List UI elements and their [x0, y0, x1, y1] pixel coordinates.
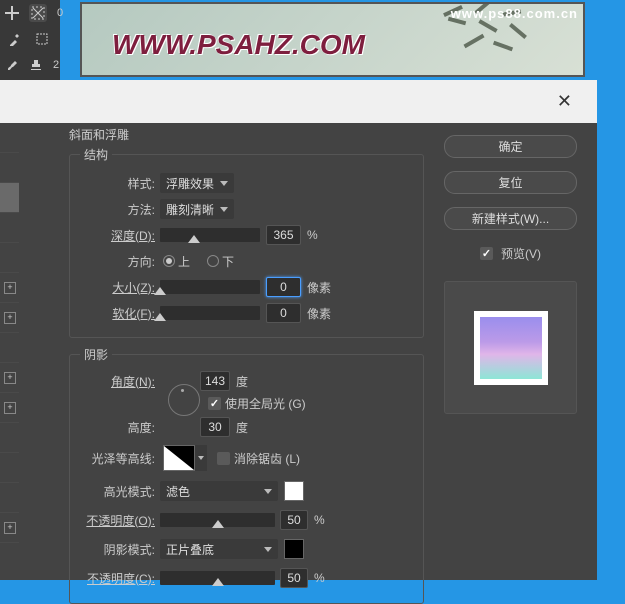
style-list-edge: + + + + + — [0, 123, 19, 580]
add-effect-icon[interactable]: + — [4, 282, 16, 294]
depth-label: 深度(D): — [80, 227, 160, 244]
direction-up-label: 上 — [178, 253, 190, 270]
new-style-button[interactable]: 新建样式(W)... — [444, 207, 577, 230]
direction-label: 方向: — [80, 253, 160, 270]
angle-label: 角度(N): — [80, 373, 160, 390]
add-effect-icon[interactable]: + — [4, 312, 16, 324]
plus-tool-icon[interactable] — [5, 4, 19, 22]
style-combo[interactable]: 浮雕效果 — [160, 173, 234, 193]
shading-group: 阴影 角度(N): 143 度 使用全局光 (G) 高度: 3 — [69, 346, 424, 604]
soften-slider[interactable] — [160, 306, 260, 320]
contour-dropdown-icon[interactable] — [195, 445, 207, 471]
highlight-opacity-slider[interactable] — [160, 513, 275, 527]
add-effect-icon[interactable]: + — [4, 402, 16, 414]
dialog-titlebar: ✕ — [0, 80, 597, 123]
highlight-mode-combo[interactable]: 滤色 — [160, 481, 278, 501]
highlight-opacity-label: 不透明度(O): — [80, 512, 160, 529]
direction-down-radio[interactable] — [207, 255, 219, 267]
section-title: 斜面和浮雕 — [69, 126, 424, 143]
size-label: 大小(Z): — [80, 279, 160, 296]
style-row-active[interactable] — [0, 183, 19, 213]
structure-group: 结构 样式: 浮雕效果 方法: 雕刻清晰 深度(D): 365 % — [69, 146, 424, 338]
depth-slider[interactable] — [160, 228, 260, 242]
ok-button[interactable]: 确定 — [444, 135, 577, 158]
highlight-opacity-input[interactable]: 50 — [280, 510, 308, 530]
banner-title: WWW.PSAHZ.COM — [112, 29, 365, 61]
depth-input[interactable]: 365 — [266, 225, 301, 245]
shadow-opacity-slider[interactable] — [160, 571, 275, 585]
preview-thumbnail — [444, 281, 577, 414]
size-unit: 像素 — [307, 279, 331, 296]
structure-legend: 结构 — [80, 146, 112, 163]
angle-dial[interactable] — [168, 384, 200, 416]
shadow-opacity-input[interactable]: 50 — [280, 568, 308, 588]
angle-unit: 度 — [236, 373, 248, 390]
global-light-checkbox[interactable] — [208, 397, 221, 410]
direction-down-label: 下 — [222, 253, 234, 270]
method-combo[interactable]: 雕刻清晰 — [160, 199, 234, 219]
crosshatch-tool-icon[interactable] — [29, 4, 47, 22]
tool-num-2: 2 — [53, 59, 59, 71]
soften-label: 软化(F): — [80, 305, 160, 322]
soften-unit: 像素 — [307, 305, 331, 322]
highlight-mode-label: 高光模式: — [80, 483, 160, 500]
style-label: 样式: — [80, 175, 160, 192]
brush-icon[interactable] — [5, 56, 19, 74]
shadow-opacity-label: 不透明度(C): — [80, 570, 160, 587]
left-toolbar: 0 2 — [0, 0, 60, 80]
highlight-opacity-unit: % — [314, 513, 325, 527]
size-input[interactable]: 0 — [266, 277, 301, 297]
antialias-label: 消除锯齿 (L) — [234, 450, 300, 467]
eyedropper-icon[interactable] — [5, 30, 23, 48]
watermark-url: www.ps88.com.cn — [451, 6, 578, 21]
contour-label: 光泽等高线: — [80, 450, 160, 467]
add-effect-icon[interactable]: + — [4, 522, 16, 534]
highlight-color-swatch[interactable] — [284, 481, 304, 501]
tool-num-1: 0 — [57, 7, 63, 19]
method-label: 方法: — [80, 201, 160, 218]
size-slider[interactable] — [160, 280, 260, 294]
dialog-right-panel: 确定 复位 新建样式(W)... 预览(V) — [424, 123, 597, 580]
angle-input[interactable]: 143 — [200, 371, 230, 391]
altitude-label: 高度: — [80, 419, 160, 436]
close-icon[interactable]: ✕ — [547, 86, 582, 117]
preview-checkbox[interactable] — [480, 247, 493, 260]
altitude-unit: 度 — [236, 419, 248, 436]
antialias-checkbox[interactable] — [217, 452, 230, 465]
shadow-mode-label: 阴影模式: — [80, 541, 160, 558]
marquee-icon[interactable] — [33, 30, 51, 48]
main-settings-panel: 斜面和浮雕 结构 样式: 浮雕效果 方法: 雕刻清晰 深度(D): 365 — [19, 123, 424, 580]
altitude-input[interactable]: 30 — [200, 417, 230, 437]
shadow-mode-combo[interactable]: 正片叠底 — [160, 539, 278, 559]
add-effect-icon[interactable]: + — [4, 372, 16, 384]
shading-legend: 阴影 — [80, 346, 112, 363]
desktop-sliver — [597, 80, 625, 580]
global-light-label: 使用全局光 (G) — [225, 395, 306, 412]
soften-input[interactable]: 0 — [266, 303, 301, 323]
shadow-color-swatch[interactable] — [284, 539, 304, 559]
preview-label: 预览(V) — [501, 245, 541, 262]
direction-up-radio[interactable] — [163, 255, 175, 267]
shadow-opacity-unit: % — [314, 571, 325, 585]
contour-swatch[interactable] — [163, 445, 195, 471]
header-banner: www.ps88.com.cn WWW.PSAHZ.COM — [80, 2, 585, 77]
depth-unit: % — [307, 228, 318, 242]
stamp-icon[interactable] — [29, 56, 43, 74]
reset-button[interactable]: 复位 — [444, 171, 577, 194]
layer-style-dialog: ✕ + + + + + 斜面和浮雕 结构 样式: 浮雕效果 — [0, 80, 597, 580]
